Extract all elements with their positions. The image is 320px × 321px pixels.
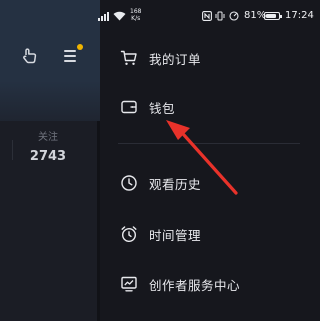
drawer-item-label: 观看历史	[149, 177, 202, 192]
status-time: 17:24	[285, 10, 314, 21]
background-profile-page: 关注 2743	[0, 0, 100, 321]
follow-count: 2743	[29, 149, 67, 164]
follow-label: 关注	[38, 132, 58, 143]
drawer-item-label: 钱包	[149, 101, 176, 116]
status-bar: 168 K/s 81% 17:24	[0, 0, 317, 28]
data-saver-icon	[229, 11, 239, 21]
wifi-icon	[113, 11, 126, 21]
network-speed: 168 K/s	[130, 8, 141, 22]
chart-board-icon	[120, 275, 138, 293]
follow-stat[interactable]: 关注 2743	[22, 128, 74, 164]
clock-icon	[120, 174, 138, 192]
alarm-clock-icon	[120, 225, 138, 243]
drawer-item-watch-history[interactable]: 观看历史	[100, 163, 317, 203]
nfc-icon	[202, 11, 212, 21]
battery-icon	[264, 12, 282, 20]
signal-icon	[98, 12, 110, 21]
drawer-item-label: 时间管理	[149, 228, 202, 243]
menu-icon[interactable]	[62, 47, 80, 65]
hand-point-icon[interactable]	[20, 46, 40, 66]
vibrate-icon	[215, 11, 225, 21]
network-speed-value: 168	[130, 8, 142, 15]
drawer-item-orders[interactable]: 我的订单	[100, 38, 317, 78]
wallet-icon	[120, 98, 138, 116]
battery-percent: 81%	[244, 10, 267, 21]
notification-dot	[77, 44, 83, 50]
drawer-item-label: 创作者服务中心	[149, 278, 241, 293]
drawer-item-time-management[interactable]: 时间管理	[100, 214, 317, 254]
drawer-divider	[118, 143, 300, 144]
network-speed-unit: K/s	[131, 15, 141, 22]
cart-icon	[120, 49, 138, 67]
drawer-item-creator-center[interactable]: 创作者服务中心	[100, 264, 317, 304]
stat-divider	[12, 140, 13, 160]
drawer-item-label: 我的订单	[149, 52, 202, 67]
drawer-item-wallet[interactable]: 钱包	[100, 87, 317, 127]
